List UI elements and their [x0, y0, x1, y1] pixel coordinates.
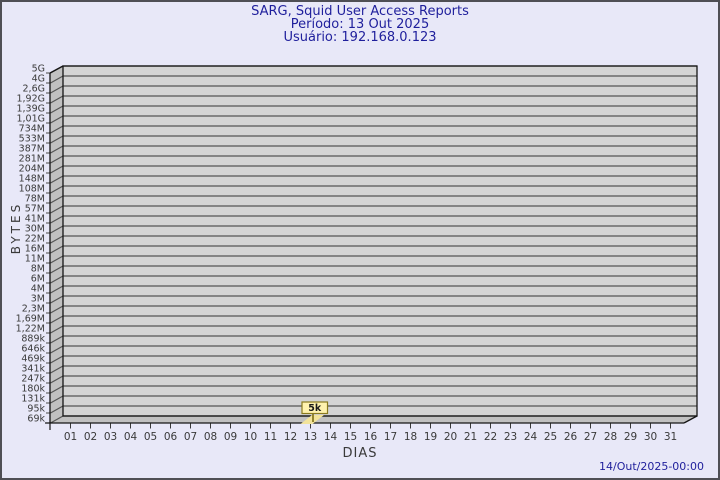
- x-axis-tick-label: 23: [504, 431, 517, 443]
- x-axis-tick-label: 17: [384, 431, 397, 443]
- x-axis-tick-label: 18: [404, 431, 417, 443]
- x-axis-tick-label: 02: [84, 431, 97, 443]
- x-axis-tick-label: 26: [564, 431, 578, 443]
- x-axis-tick-label: 25: [544, 431, 557, 443]
- x-axis-tick-label: 10: [244, 431, 257, 443]
- chart-plot-area: [63, 66, 697, 416]
- x-axis-tick-label: 04: [124, 431, 138, 443]
- x-axis-tick-label: 31: [664, 431, 677, 443]
- x-axis-tick-label: 09: [224, 431, 237, 443]
- x-axis-tick-label: 29: [624, 431, 637, 443]
- bar-value-label: 5k: [308, 403, 322, 414]
- x-axis-tick-label: 08: [204, 431, 217, 443]
- x-axis-title: DIAS: [2, 446, 718, 461]
- sarg-report-screen: SARG, Squid User Access Reports Período:…: [0, 0, 720, 480]
- x-axis-tick-label: 27: [584, 431, 597, 443]
- x-axis-tick-label: 03: [104, 431, 117, 443]
- x-axis-tick-label: 06: [164, 431, 178, 443]
- x-axis-tick-label: 05: [144, 431, 157, 443]
- x-axis-tick-label: 24: [524, 431, 538, 443]
- y-axis-tick-label: 69k: [27, 414, 45, 425]
- report-timestamp: 14/Out/2025-00:00: [599, 460, 704, 473]
- daily-bytes-chart: 5G4G2,6G1,92G1,39G1,01G734M533M387M281M2…: [2, 2, 720, 480]
- x-axis-tick-label: 30: [644, 431, 657, 443]
- x-axis-tick-label: 19: [424, 431, 437, 443]
- x-axis-tick-label: 07: [184, 431, 197, 443]
- x-axis-tick-label: 16: [364, 431, 378, 443]
- x-axis-tick-label: 13: [304, 431, 317, 443]
- y-axis-title: BYTES: [9, 188, 23, 268]
- x-axis-tick-label: 14: [324, 431, 338, 443]
- x-axis-tick-label: 11: [264, 431, 277, 443]
- x-axis-tick-label: 15: [344, 431, 357, 443]
- x-axis-tick-label: 01: [64, 431, 77, 443]
- x-axis-tick-label: 12: [284, 431, 297, 443]
- x-axis-tick-label: 28: [604, 431, 617, 443]
- x-axis-tick-label: 22: [484, 431, 497, 443]
- x-axis-tick-label: 21: [464, 431, 477, 443]
- x-axis-tick-label: 20: [444, 431, 457, 443]
- chart-floor: [50, 416, 697, 423]
